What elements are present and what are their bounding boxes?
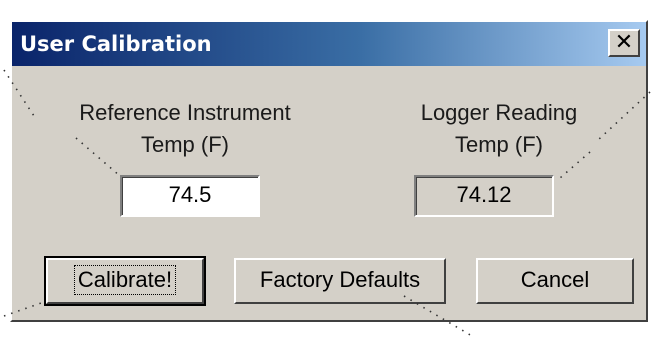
close-button[interactable]: ✕ <box>608 29 640 57</box>
reference-temp-label-line2: Temp (F) <box>141 132 229 157</box>
title-bar[interactable]: User Calibration ✕ <box>12 22 646 66</box>
cancel-button-label: Cancel <box>520 267 590 292</box>
close-icon: ✕ <box>614 30 634 55</box>
user-calibration-dialog: User Calibration ✕ Reference Instrument … <box>10 20 648 322</box>
calibrate-button-label: Calibrate! <box>73 265 177 295</box>
cancel-button[interactable]: Cancel <box>476 258 634 304</box>
dialog-title: User Calibration <box>20 32 212 56</box>
reference-temp-input[interactable]: 74.5 <box>120 175 260 217</box>
logger-temp-label-line1: Logger Reading <box>420 100 578 125</box>
factory-defaults-button[interactable]: Factory Defaults <box>234 258 446 304</box>
factory-defaults-button-label: Factory Defaults <box>259 267 421 292</box>
calibrate-button[interactable]: Calibrate! <box>44 256 206 306</box>
logger-temp-readout: 74.12 <box>414 175 554 217</box>
logger-temp-label-line2: Temp (F) <box>455 132 543 157</box>
reference-temp-label-line1: Reference Instrument <box>79 100 291 125</box>
